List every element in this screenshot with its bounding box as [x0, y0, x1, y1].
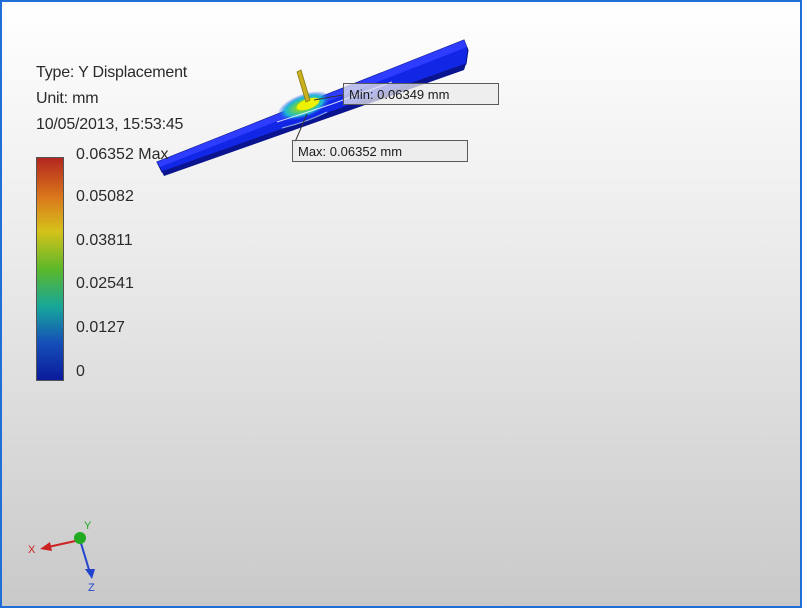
triad-x-label: X	[28, 544, 36, 556]
result-type-text: Type: Y Displacement	[36, 64, 188, 81]
legend-label-4: 0.02541	[76, 275, 134, 292]
triad-z-axis	[79, 539, 91, 574]
result-unit-text: Unit: mm	[36, 90, 99, 107]
min-probe-label[interactable]: Min: 0.06349 mm	[343, 83, 499, 105]
triad-x-arrow-icon	[40, 542, 52, 551]
graphics-viewport[interactable]: Type: Y Displacement Unit: mm 10/05/2013…	[0, 0, 802, 608]
color-legend-bar	[36, 157, 64, 381]
legend-label-5: 0.0127	[76, 319, 125, 336]
triad-y-axis-icon	[74, 532, 86, 544]
triad-z-label: Z	[88, 582, 95, 594]
result-date-text: 10/05/2013, 15:53:45	[36, 116, 184, 133]
max-probe-label[interactable]: Max: 0.06352 mm	[292, 140, 468, 162]
legend-label-max: 0.06352 Max	[76, 146, 169, 163]
legend-label-3: 0.03811	[76, 232, 133, 249]
triad-z-arrow-icon	[85, 569, 95, 579]
triad-y-label: Y	[84, 520, 92, 532]
legend-label-2: 0.05082	[76, 188, 134, 205]
legend-label-min: 0	[76, 363, 85, 380]
view-triad[interactable]: X Y Z	[22, 517, 112, 597]
